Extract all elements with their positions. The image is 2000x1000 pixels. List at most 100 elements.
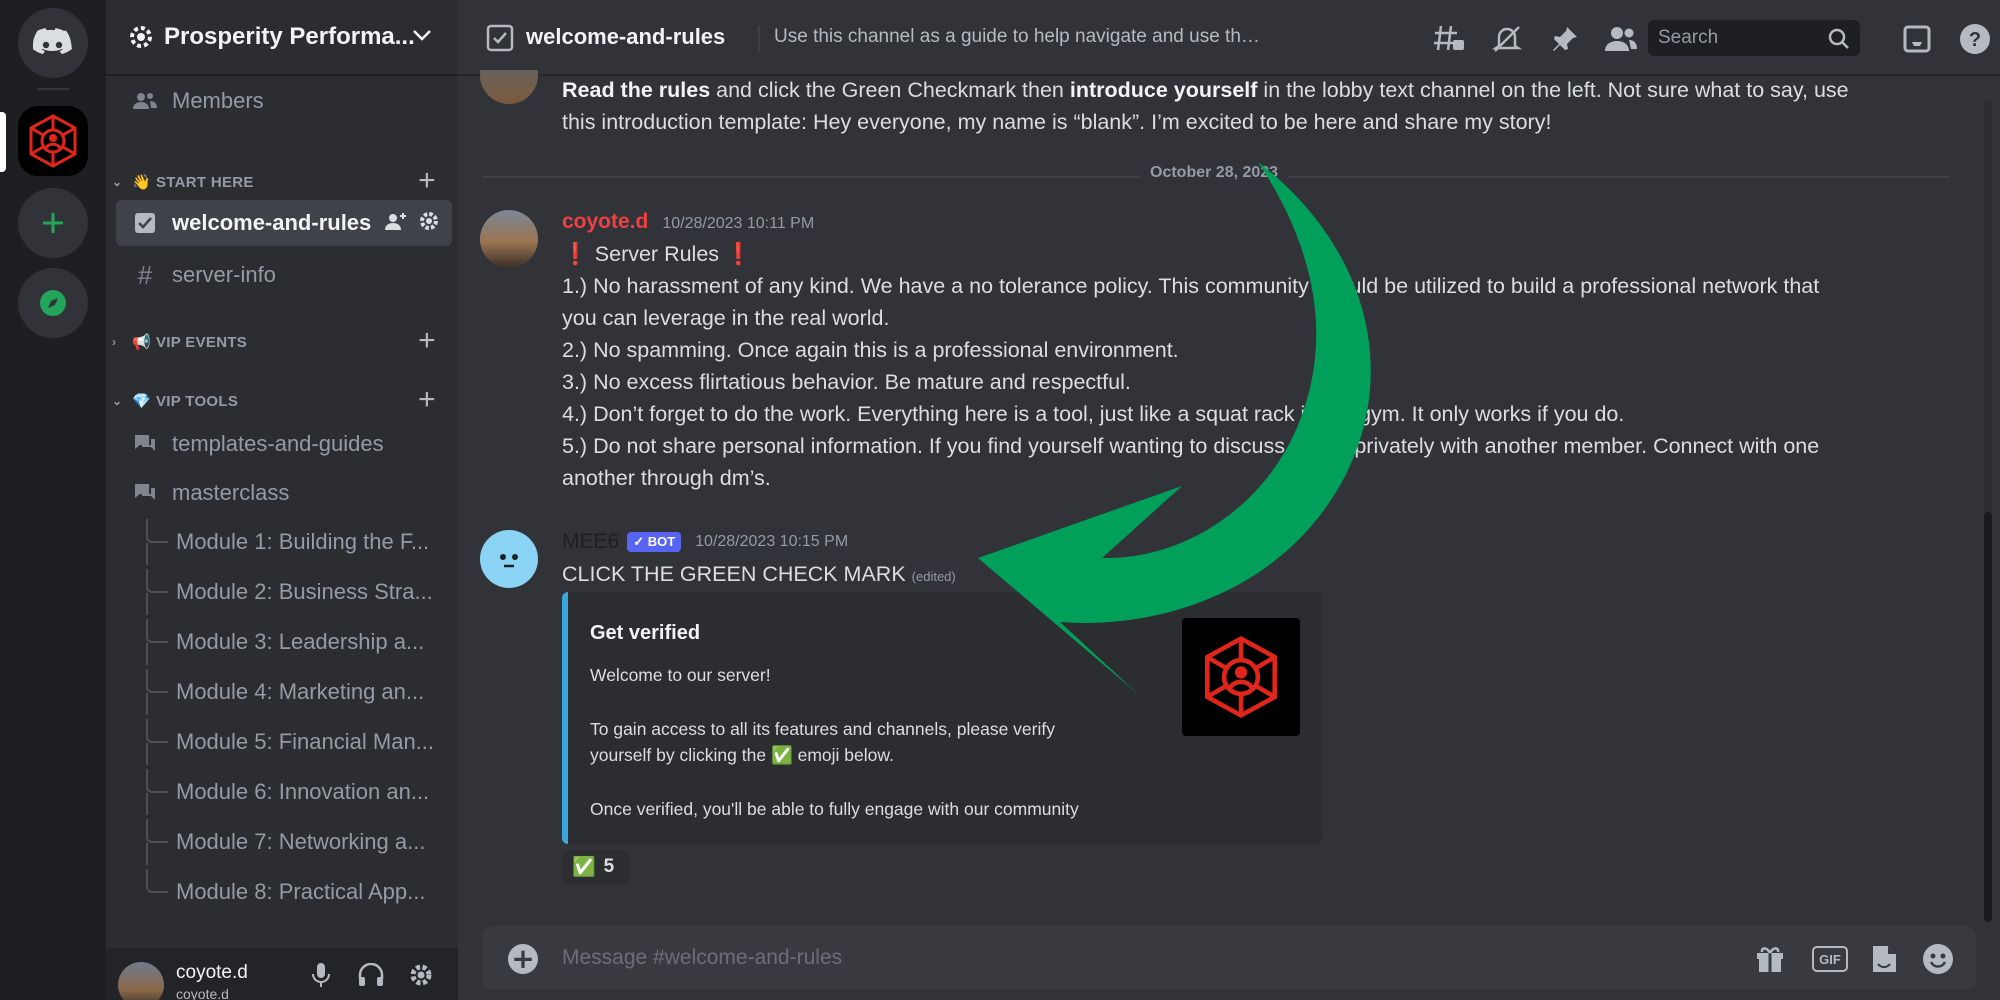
threads-button[interactable] <box>1432 22 1466 56</box>
thread-label: Module 1: Building the F... <box>176 529 430 554</box>
thread-branch <box>146 793 148 815</box>
mee6-face-icon <box>500 554 518 568</box>
gif-button[interactable]: GIF <box>1812 942 1848 976</box>
active-server-indicator <box>0 112 6 172</box>
gift-button[interactable] <box>1752 942 1788 976</box>
create-channel-icon[interactable]: + <box>418 324 436 358</box>
embed-text: yourself by clicking the <box>590 745 767 765</box>
forum-icon <box>132 431 158 457</box>
headphones-icon <box>358 963 384 986</box>
message-timestamp: 10/28/2023 10:11 PM <box>662 215 815 232</box>
verification-embed: Get verified Welcome to our server! To g… <box>562 592 1322 844</box>
invite-icon[interactable] <box>384 210 408 234</box>
check-mark-emoji-icon: ✅ <box>572 857 596 878</box>
members-link[interactable]: Members <box>116 78 452 124</box>
pinned-messages-button[interactable] <box>1548 22 1582 56</box>
bell-muted-icon <box>1492 26 1522 52</box>
create-channel-icon[interactable]: + <box>418 383 436 417</box>
thread-item[interactable]: Module 3: Leadership a... <box>142 619 452 665</box>
gear-icon <box>410 964 432 986</box>
rules-title-line: ❗ Server Rules ❗ <box>562 238 752 270</box>
inbox-button[interactable] <box>1900 22 1934 56</box>
upload-button[interactable]: + <box>508 944 538 974</box>
help-button[interactable]: ? <box>1958 22 1992 56</box>
thread-branch <box>146 519 168 543</box>
network-logo-icon <box>29 114 77 168</box>
hashtag-icon: # <box>137 259 153 290</box>
category-label: START HERE <box>156 173 254 191</box>
thread-branch <box>146 619 168 643</box>
user-settings-button[interactable] <box>406 960 436 990</box>
microphone-icon <box>312 963 330 987</box>
thread-branch <box>146 869 168 893</box>
thread-item[interactable]: Module 4: Marketing an... <box>142 669 452 715</box>
discord-home-button[interactable] <box>18 8 88 78</box>
server-rail <box>0 0 106 1000</box>
message-text: and click the Green Checkmark then <box>710 78 1070 102</box>
category-vip-tools[interactable]: ⌄ 💎 VIP TOOLS + <box>112 383 452 416</box>
channel-templates-and-guides[interactable]: templates-and-guides <box>116 421 452 467</box>
rule-line: 5.) Do not share personal information. I… <box>562 434 1820 458</box>
category-label: VIP EVENTS <box>156 333 248 351</box>
message-author[interactable]: MEE6 <box>562 530 619 554</box>
avatar[interactable] <box>480 530 538 588</box>
message-input[interactable] <box>562 940 1662 976</box>
notifications-button[interactable] <box>1490 22 1524 56</box>
thread-label: Module 7: Networking a... <box>176 829 426 854</box>
thread-item[interactable]: Module 2: Business Stra... <box>142 569 452 615</box>
thread-item[interactable]: Module 8: Practical App... <box>142 869 452 915</box>
channel-topic[interactable]: Use this channel as a guide to help navi… <box>774 26 1264 48</box>
thread-item[interactable]: Module 7: Networking a... <box>142 819 452 865</box>
message-content: CLICK THE GREEN CHECK MARK (edited) <box>562 558 956 593</box>
reaction-count: 5 <box>603 856 615 877</box>
embed-text-line: yourself by clicking the ✅ emoji below. <box>590 742 894 768</box>
wave-emoji-icon: 👋 <box>132 174 151 191</box>
thread-branch <box>146 769 168 793</box>
embed-thumbnail[interactable] <box>1182 618 1300 736</box>
gear-icon[interactable] <box>418 210 440 232</box>
thread-item[interactable]: Module 5: Financial Man... <box>142 719 452 765</box>
channel-label: templates-and-guides <box>172 431 384 456</box>
chevron-down-icon[interactable] <box>412 28 432 42</box>
channel-label: masterclass <box>172 480 290 505</box>
emoji-button[interactable] <box>1920 942 1956 976</box>
thread-label: Module 5: Financial Man... <box>176 729 435 754</box>
reaction-check-mark[interactable]: ✅ 5 <box>562 850 630 884</box>
thread-item[interactable]: Module 6: Innovation an... <box>142 769 452 815</box>
channel-server-info[interactable]: # server-info <box>116 252 452 298</box>
rules-channel-icon <box>486 24 514 52</box>
message-composer: + GIF <box>482 926 1976 990</box>
mute-button[interactable] <box>306 960 336 990</box>
channel-label: welcome-and-rules <box>172 210 372 235</box>
explore-servers-button[interactable] <box>18 268 88 338</box>
gem-emoji-icon: 💎 <box>132 393 151 410</box>
category-start-here[interactable]: ⌄ 👋 START HERE + <box>112 164 452 197</box>
message-text: this introduction template: Hey everyone… <box>562 110 1552 134</box>
thread-branch <box>146 843 148 865</box>
member-list-button[interactable] <box>1604 22 1638 56</box>
message-text: Server Rules <box>594 242 720 266</box>
avatar[interactable] <box>118 962 164 1000</box>
chevron-down-icon: ⌄ <box>112 394 123 408</box>
help-icon: ? <box>1960 24 1990 54</box>
add-server-button[interactable] <box>18 188 88 258</box>
category-vip-events[interactable]: › 📢 VIP EVENTS + <box>112 324 452 357</box>
message-text: CLICK THE GREEN CHECK MARK <box>562 562 906 586</box>
check-mark-emoji-icon: ✅ <box>770 745 793 765</box>
sticker-button[interactable] <box>1866 942 1902 976</box>
channel-welcome-and-rules[interactable]: welcome-and-rules <box>116 200 452 246</box>
message-author[interactable]: coyote.d <box>562 210 648 234</box>
thread-item[interactable]: Module 1: Building the F... <box>142 519 452 565</box>
user-status: coyote.d <box>176 986 229 1000</box>
server-header[interactable]: Prosperity Performa... <box>106 0 458 76</box>
deafen-button[interactable] <box>356 960 386 990</box>
create-channel-icon[interactable]: + <box>418 164 436 198</box>
megaphone-emoji-icon: 📢 <box>132 334 151 351</box>
scrollbar-thumb[interactable] <box>1984 512 1992 922</box>
chevron-down-icon: ⌄ <box>112 175 123 189</box>
message-content: 1.) No harassment of any kind. We have a… <box>562 270 1972 494</box>
avatar[interactable] <box>480 210 538 268</box>
server-icon-prosperity[interactable] <box>18 106 88 176</box>
channel-masterclass[interactable]: masterclass <box>116 470 452 516</box>
rule-line: 1.) No harassment of any kind. We have a… <box>562 274 1820 298</box>
